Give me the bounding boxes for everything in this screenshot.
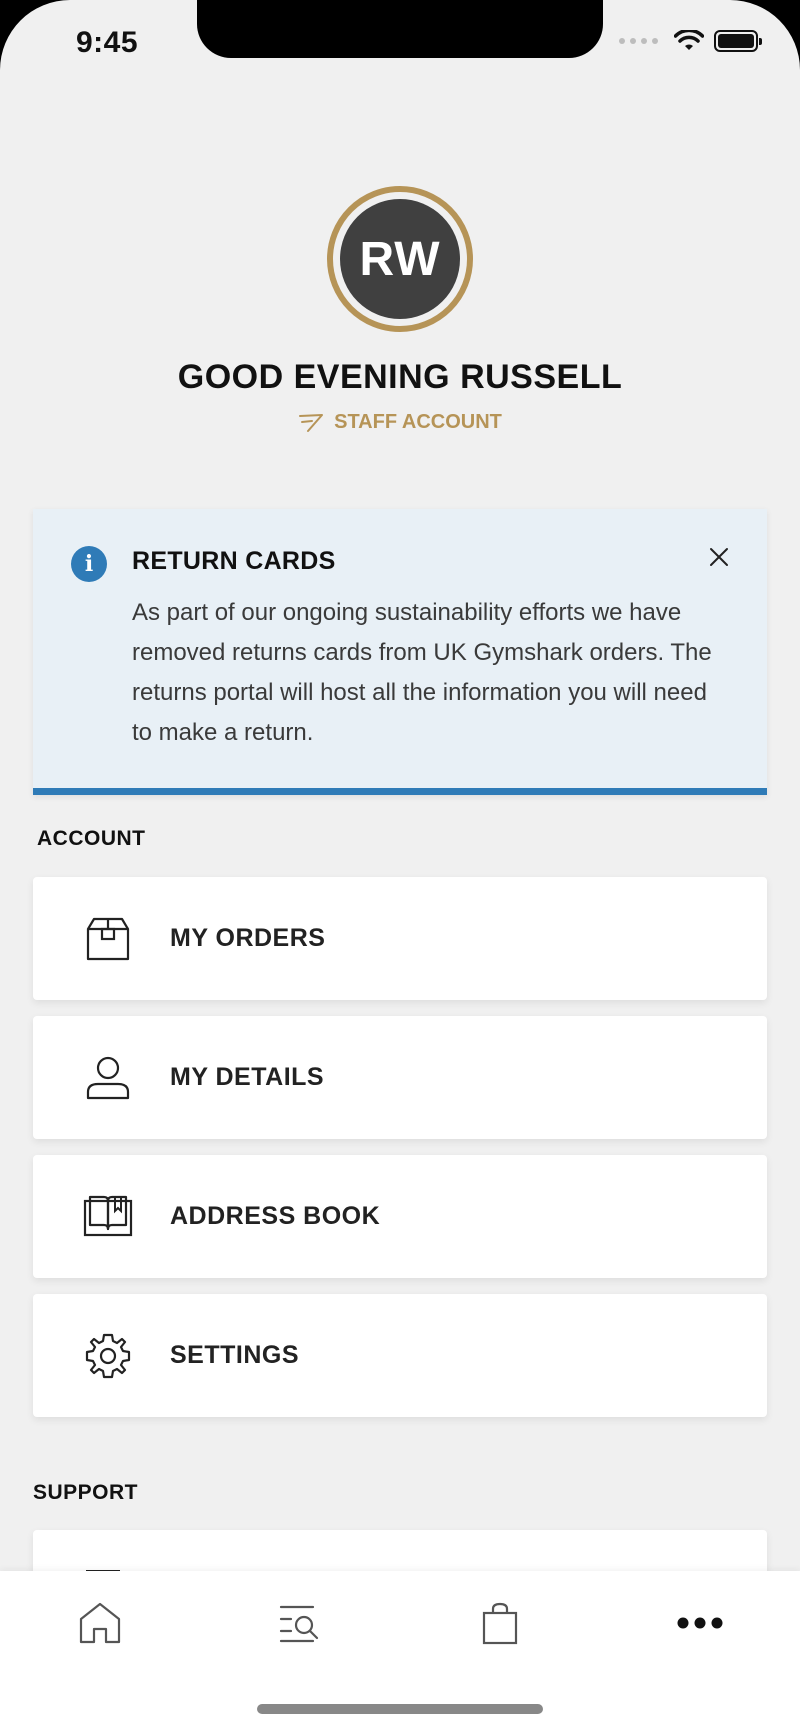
menu-item-address-book[interactable]: ADDRESS BOOK <box>33 1155 767 1278</box>
profile-header: RW GOOD EVENING RUSSELL STAFF ACCOUNT <box>0 186 800 438</box>
tab-home[interactable] <box>70 1593 130 1653</box>
notch <box>197 0 603 58</box>
signal-icon <box>619 38 658 44</box>
menu-item-label: ADDRESS BOOK <box>170 1202 381 1230</box>
home-indicator[interactable] <box>257 1704 543 1714</box>
status-bar: 9:45 <box>0 0 800 90</box>
home-icon <box>79 1602 121 1644</box>
more-icon <box>677 1617 723 1629</box>
tab-more[interactable] <box>670 1593 730 1653</box>
avatar-ring: RW <box>327 186 473 332</box>
menu-item-my-orders[interactable]: MY ORDERS <box>33 877 767 1000</box>
return-cards-banner: i RETURN CARDS As part of our ongoing su… <box>33 509 767 795</box>
banner-body: As part of our ongoing sustainability ef… <box>132 599 712 746</box>
account-section-label: ACCOUNT <box>37 827 146 850</box>
staff-account-badge: STAFF ACCOUNT <box>298 411 502 434</box>
box-icon <box>83 914 133 964</box>
bag-icon <box>482 1602 518 1645</box>
battery-icon <box>714 30 762 52</box>
menu-item-label: MY DETAILS <box>170 1063 325 1091</box>
info-icon: i <box>71 546 107 582</box>
gear-icon <box>83 1331 133 1381</box>
tab-bag[interactable] <box>470 1593 530 1653</box>
tab-search[interactable] <box>270 1593 330 1653</box>
banner-close-button[interactable] <box>701 539 737 575</box>
status-time: 9:45 <box>76 26 139 59</box>
app-screen: 9:45 RW GOOD EVENING RUSSELL STAFF ACCOU… <box>0 0 800 1718</box>
wifi-icon <box>674 30 704 50</box>
menu-item-my-details[interactable]: MY DETAILS <box>33 1016 767 1139</box>
gymshark-logo-icon <box>299 413 324 432</box>
menu-item-label: MY ORDERS <box>170 924 326 952</box>
user-icon <box>83 1053 133 1103</box>
tab-bar <box>0 1571 800 1718</box>
greeting-title: GOOD EVENING RUSSELL <box>177 358 623 396</box>
close-icon <box>710 548 728 566</box>
account-type-label: STAFF ACCOUNT <box>334 411 502 433</box>
menu-item-label: SETTINGS <box>170 1341 300 1369</box>
avatar: RW <box>340 199 460 319</box>
support-section-label: SUPPORT <box>33 1481 139 1504</box>
banner-title: RETURN CARDS <box>132 547 336 575</box>
status-icons <box>619 30 762 52</box>
book-icon <box>83 1192 133 1242</box>
search-list-icon <box>279 1605 319 1643</box>
menu-item-settings[interactable]: SETTINGS <box>33 1294 767 1417</box>
